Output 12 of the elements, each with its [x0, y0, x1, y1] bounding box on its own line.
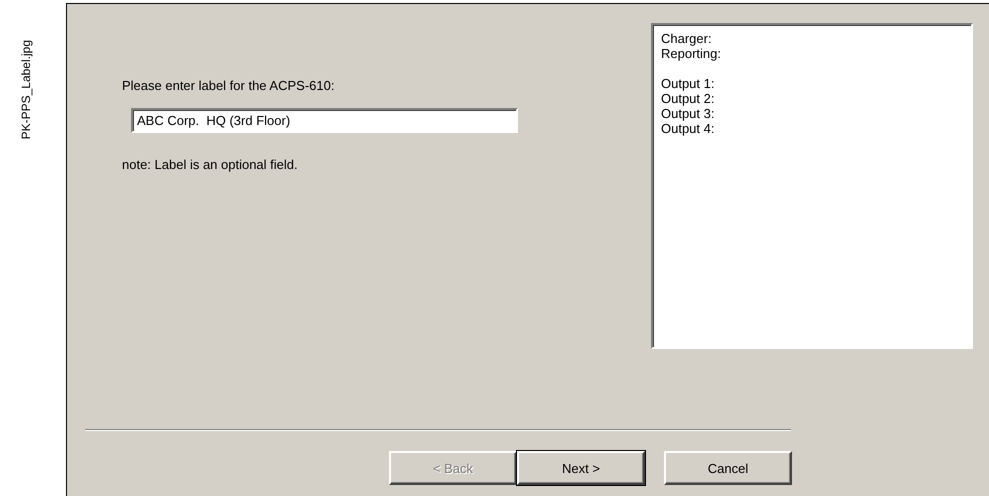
summary-line: Reporting:	[661, 46, 721, 61]
label-prompt: Please enter label for the ACPS-610:	[122, 78, 336, 93]
summary-line: Output 3:	[661, 106, 714, 121]
summary-line: Output 2:	[661, 91, 714, 106]
wizard-button[interactable]: Cancel	[664, 451, 792, 485]
summary-line: Output 4:	[661, 121, 714, 136]
label-input-field[interactable]: ABC Corp. HQ (3rd Floor)	[131, 108, 518, 133]
wizard-button[interactable]: Next >	[517, 451, 645, 485]
optional-note: note: Label is an optional field.	[122, 157, 299, 172]
summary-line: Output 1:	[661, 76, 714, 91]
summary-line: Charger:	[661, 31, 712, 46]
file-name-caption: PK-PPS_Label.jpg	[19, 40, 33, 140]
